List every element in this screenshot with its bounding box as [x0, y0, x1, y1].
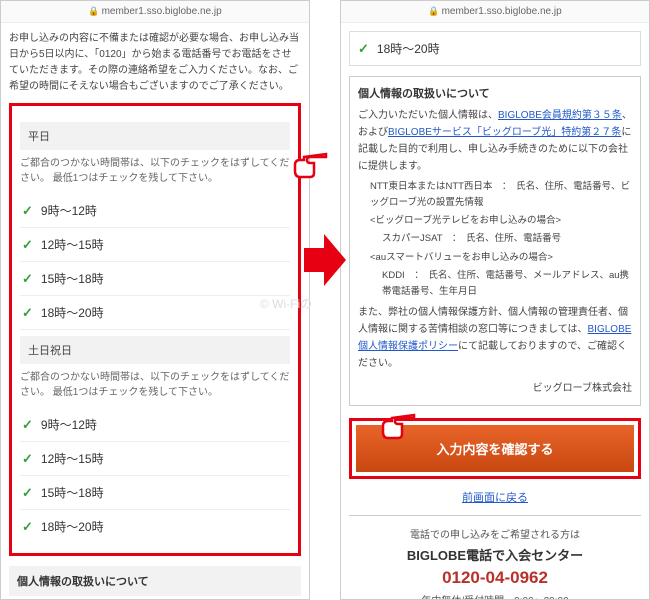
- company-signoff: ビッグローブ株式会社: [358, 380, 632, 397]
- slot-weekday-1[interactable]: ✓12時～15時: [20, 228, 290, 262]
- slot-top[interactable]: ✓18時～20時: [349, 31, 641, 66]
- address-bar: member1.sso.biglobe.ne.jp: [1, 1, 309, 23]
- slot-holiday-3[interactable]: ✓18時～20時: [20, 510, 290, 543]
- holiday-instruction: ご都合のつかない時間帯は、以下のチェックをはずしてください。 最低1つはチェック…: [20, 370, 290, 400]
- slot-weekday-2[interactable]: ✓15時～18時: [20, 262, 290, 296]
- slot-holiday-2[interactable]: ✓15時～18時: [20, 476, 290, 510]
- link-article35-r[interactable]: BIGLOBE会員規約第３５条: [498, 110, 622, 121]
- highlight-box-timeslots: 平日 ご都合のつかない時間帯は、以下のチェックをはずしてください。 最低1つはチ…: [9, 103, 301, 556]
- link-article27-r[interactable]: BIGLOBEサービス「ビッグローブ光」特約第２７条: [388, 127, 621, 138]
- privacy-title-right: 個人情報の取扱いについて: [358, 85, 632, 101]
- checkmark-icon: ✓: [22, 417, 33, 433]
- provider-skyper: スカパーJSAT ： 氏名、住所、電話番号: [358, 231, 632, 247]
- slot-weekday-0[interactable]: ✓9時～12時: [20, 194, 290, 228]
- privacy-body: ご入力いただいた個人情報は、BIGLOBE会員規約第３５条、およびBIGLOBE…: [358, 107, 632, 397]
- tel-center-name: BIGLOBE電話で入会センター: [357, 545, 633, 564]
- provider-au-header: <auスマートバリューをお申し込みの場合>: [358, 250, 632, 266]
- phone-right: member1.sso.biglobe.ne.jp ✓18時～20時 個人情報の…: [340, 0, 650, 600]
- checkmark-icon: ✓: [22, 271, 33, 287]
- checkmark-icon: ✓: [22, 485, 33, 501]
- weekday-instruction: ご都合のつかない時間帯は、以下のチェックをはずしてください。 最低1つはチェック…: [20, 156, 290, 186]
- tel-section: 電話での申し込みをご希望される方は BIGLOBE電話で入会センター 0120-…: [349, 515, 641, 599]
- checkmark-icon: ✓: [358, 41, 369, 57]
- checkmark-icon: ✓: [22, 305, 33, 321]
- holiday-header: 土日祝日: [20, 336, 290, 364]
- slot-holiday-1[interactable]: ✓12時～15時: [20, 442, 290, 476]
- provider-tv-header: <ビッグローブ光テレビをお申し込みの場合>: [358, 213, 632, 229]
- tel-number[interactable]: 0120-04-0962: [357, 568, 633, 588]
- checkmark-icon: ✓: [22, 519, 33, 535]
- privacy-box: 個人情報の取扱いについて ご入力いただいた個人情報は、BIGLOBE会員規約第３…: [349, 76, 641, 406]
- tel-label: 電話での申し込みをご希望される方は: [357, 526, 633, 541]
- provider-ntt: NTT東日本またはNTT西日本 ： 氏名、住所、電話番号、ビッグローブ光の設置先…: [358, 179, 632, 211]
- checkmark-icon: ✓: [22, 203, 33, 219]
- provider-kddi: KDDI ： 氏名、住所、電話番号、メールアドレス、au携帯電話番号、生年月日: [358, 268, 632, 300]
- weekday-header: 平日: [20, 122, 290, 150]
- checkmark-icon: ✓: [22, 451, 33, 467]
- checkmark-icon: ✓: [22, 237, 33, 253]
- intro-text: お申し込みの内容に不備または確認が必要な場合、お申し込み当日から5日以内に、「0…: [9, 31, 301, 95]
- back-link[interactable]: 前画面に戻る: [462, 492, 528, 504]
- phone-left: member1.sso.biglobe.ne.jp お申し込みの内容に不備または…: [0, 0, 310, 600]
- slot-weekday-3[interactable]: ✓18時～20時: [20, 296, 290, 330]
- tel-hours: 年中無休/受付時間 9:00～20:00: [357, 592, 633, 599]
- slot-holiday-0[interactable]: ✓9時～12時: [20, 408, 290, 442]
- confirm-button[interactable]: 入力内容を確認する: [356, 425, 634, 472]
- address-bar: member1.sso.biglobe.ne.jp: [341, 1, 649, 23]
- privacy-title-left: 個人情報の取扱いについて: [9, 566, 301, 596]
- highlight-box-confirm: 入力内容を確認する: [349, 418, 641, 479]
